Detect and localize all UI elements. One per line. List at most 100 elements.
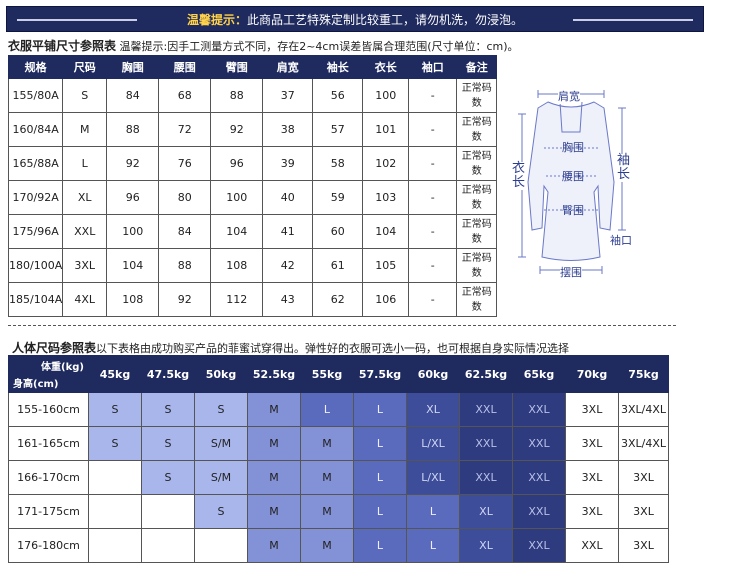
table-row: 160/84A M 88 72 92 38 57 101- 正常码数 — [7, 112, 498, 147]
size-cell: M — [300, 528, 354, 563]
size-table-header-cell: 肩宽 — [262, 55, 314, 79]
table-cell: 正常码数 — [456, 78, 498, 113]
table-cell: M — [62, 112, 108, 147]
height-cell: 176-180cm — [8, 528, 89, 563]
table-cell: 56 — [312, 78, 364, 113]
table-cell: XXL — [62, 214, 108, 249]
table-cell: 正常码数 — [456, 180, 498, 215]
table-row: 161-165cm S S S/M M M L L/XL XXL XXL 3XL 3XL/4XL — [8, 426, 669, 461]
size-table-header-cell: 备注 — [456, 55, 498, 79]
table-cell: 84 — [106, 78, 160, 113]
size-cell: 3XL — [618, 460, 669, 495]
table-row: 165/88A L 92 76 96 39 58 102- 正常码数 — [7, 146, 498, 181]
table-row: 155-160cm S S S M L L XL XXL XXL 3XL 3XL/4XL — [8, 392, 669, 427]
table-cell: - — [408, 78, 458, 113]
size-table-header-cell: 规格 — [7, 55, 64, 79]
size-cell: M — [300, 460, 354, 495]
table-cell: S — [62, 78, 108, 113]
table-cell: 正常码数 — [456, 248, 498, 283]
size-cell: M — [247, 426, 301, 461]
table-cell: 76 — [158, 146, 212, 181]
table-cell: XL — [62, 180, 108, 215]
table-cell: - — [408, 248, 458, 283]
table-corner-cell: 体重(kg) 身高(cm) — [8, 355, 89, 393]
table-cell: - — [408, 146, 458, 181]
table-cell: 96 — [210, 146, 264, 181]
size-cell: XL — [406, 392, 460, 427]
garment-size-table: 规格 尺码 胸围 腰围 臂围 肩宽 袖长 衣长 袖口 备注 155/80A S 84 68 88 37 56 1… — [7, 55, 498, 317]
table-cell: 57 — [312, 112, 364, 147]
table-cell: - — [408, 282, 458, 317]
label-waist: 腰围 — [562, 170, 584, 183]
height-cell: 161-165cm — [8, 426, 89, 461]
size-cell: XL — [459, 528, 513, 563]
size-cell: M — [247, 528, 301, 563]
table-cell: 88 — [158, 248, 212, 283]
table-cell: 92 — [158, 282, 212, 317]
weight-header-cell: 70kg — [565, 355, 619, 393]
table-row: 175/96A XXL 100 84 104 41 60 104- 正常码数 — [7, 214, 498, 249]
size-cell: S — [194, 494, 248, 529]
size-table-header-row: 规格 尺码 胸围 腰围 臂围 肩宽 袖长 衣长 袖口 备注 — [7, 55, 498, 79]
banner-text: 温馨提示：此商品工艺特殊定制比较重工，请勿机洗，勿浸泡。 — [7, 11, 703, 28]
table-cell: 106 — [362, 282, 410, 317]
size-cell: XL — [459, 494, 513, 529]
size-cell: S — [88, 426, 142, 461]
table-cell: 41 — [262, 214, 314, 249]
label-length: 衣长 — [512, 161, 526, 190]
weight-header-cell: 45kg — [88, 355, 142, 393]
size-cell: M — [247, 392, 301, 427]
table-cell: 101 — [362, 112, 410, 147]
table-row: 180/100A 3XL 104 88 108 42 61 105- 正常码数 — [7, 248, 498, 283]
table-cell: 80 — [158, 180, 212, 215]
table-cell: 96 — [106, 180, 160, 215]
table-cell: - — [408, 112, 458, 147]
size-cell: L — [353, 460, 407, 495]
size-cell: 3XL — [618, 528, 669, 563]
banner-highlight: 温馨提示： — [186, 13, 247, 27]
label-cuff: 袖口 — [610, 234, 632, 247]
size-cell — [88, 460, 142, 495]
size-cell: L — [353, 392, 407, 427]
size-cell — [88, 494, 142, 529]
height-cell: 171-175cm — [8, 494, 89, 529]
size-table-title: 衣服平铺尺寸参照表 — [8, 39, 117, 53]
table-cell: 100 — [210, 180, 264, 215]
weight-header-cell: 52.5kg — [247, 355, 301, 393]
section-divider — [8, 325, 676, 326]
table-cell: 103 — [362, 180, 410, 215]
table-cell: 正常码数 — [456, 282, 498, 317]
size-cell: L/XL — [406, 460, 460, 495]
table-cell: 180/100A — [7, 248, 64, 283]
table-cell: 3XL — [62, 248, 108, 283]
banner-message: 此商品工艺特殊定制比较重工，请勿机洗，勿浸泡。 — [247, 13, 524, 27]
size-cell: S — [194, 392, 248, 427]
weight-header-cell: 75kg — [618, 355, 669, 393]
weight-header-cell: 62.5kg — [459, 355, 513, 393]
size-cell: M — [247, 494, 301, 529]
size-cell: XXL — [512, 460, 566, 495]
table-row: 170/92A XL 96 80 100 40 59 103- 正常码数 — [7, 180, 498, 215]
size-cell: 3XL — [565, 494, 619, 529]
size-cell: S — [88, 392, 142, 427]
table-cell: 正常码数 — [456, 146, 498, 181]
table-cell: 60 — [312, 214, 364, 249]
size-cell: XXL — [565, 528, 619, 563]
size-table-header-cell: 腰围 — [158, 55, 212, 79]
weight-header-cell: 47.5kg — [141, 355, 195, 393]
size-table-header-cell: 尺码 — [62, 55, 108, 79]
size-cell: L — [353, 426, 407, 461]
size-cell: M — [300, 426, 354, 461]
body-table-caption: 人体尺码参照表以下表格由成功购买产品的菲蜜试穿得出。弹性好的衣服可选小一码，也可… — [12, 339, 569, 356]
size-cell: 3XL — [618, 494, 669, 529]
table-cell: - — [408, 214, 458, 249]
table-cell: 175/96A — [7, 214, 64, 249]
size-table-header-cell: 臂围 — [210, 55, 264, 79]
size-cell: 3XL/4XL — [618, 392, 669, 427]
table-cell: 104 — [362, 214, 410, 249]
table-cell: 37 — [262, 78, 314, 113]
size-cell: 3XL — [565, 392, 619, 427]
table-cell: 72 — [158, 112, 212, 147]
table-cell: 155/80A — [7, 78, 64, 113]
table-cell: 185/104A — [7, 282, 64, 317]
